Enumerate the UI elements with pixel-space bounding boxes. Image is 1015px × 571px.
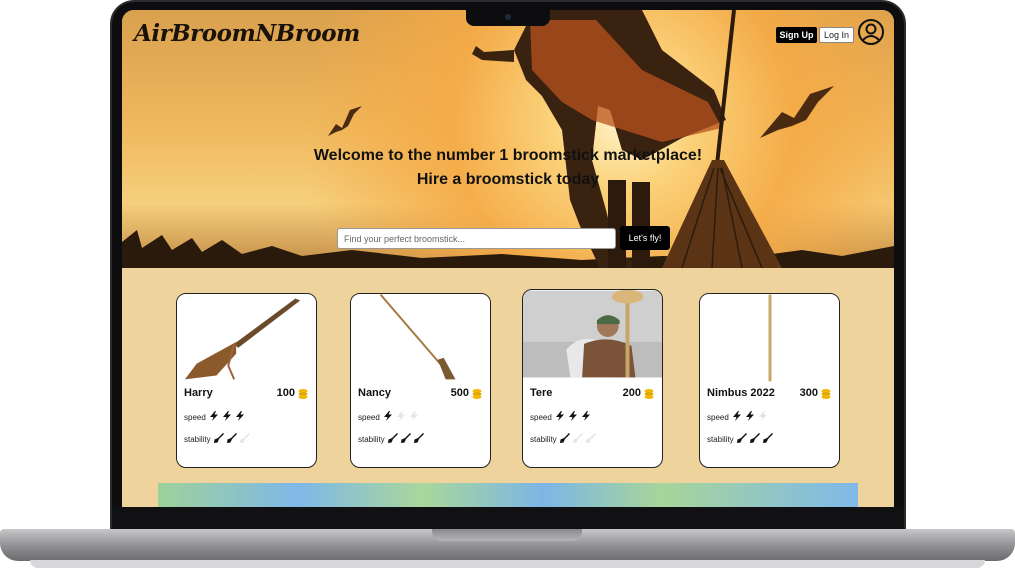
card-name: Nimbus 2022 [707,387,775,399]
broom-icon [213,433,224,443]
broomstick-card[interactable]: Harry 100 speed stability [176,293,317,468]
card-price-value: 100 [276,387,295,399]
hero-heading: Welcome to the number 1 broomstick marke… [122,144,894,192]
broom-icon [413,433,424,443]
coin-icon [821,388,831,399]
laptop-opening-notch [432,529,582,541]
broomstick-card[interactable]: Tere 200 speed stability [522,289,663,468]
stability-label: stability [358,434,385,444]
lightning-icon [745,411,754,421]
speed-label: speed [184,412,206,422]
broom-icon [400,433,411,443]
card-name: Harry [184,387,213,399]
lightning-icon [732,411,741,421]
broom-icon [749,433,760,443]
stability-icons [736,433,776,445]
broom-icon [736,433,747,443]
laptop-shadow [30,560,985,568]
card-price-value: 300 [799,387,818,399]
hero-heading-line-1: Welcome to the number 1 broomstick marke… [313,147,703,164]
hero-banner: AirBroomNBroom Sign Up Log In Welcome to… [122,10,894,268]
card-price: 300 [800,387,831,399]
card-name: Nancy [358,387,392,399]
speed-label: speed [358,412,380,422]
lightning-icon [235,411,244,421]
map-preview[interactable] [158,483,858,507]
camera [505,14,511,20]
coin-icon [472,388,482,399]
stability-label: stability [184,434,211,444]
login-button[interactable]: Log In [819,27,854,43]
speed-icons [732,411,771,423]
broomstick-image [700,294,839,382]
broom-icon [559,433,570,443]
lightning-icon [396,411,405,421]
lightning-icon [209,411,218,421]
broom-icon [762,433,773,443]
speed-icons [383,411,422,423]
coin-icon [298,388,308,399]
broom-icon [226,433,237,443]
stability-rating: stability [358,433,427,445]
lightning-icon [581,411,590,421]
lightning-icon [222,411,231,421]
lightning-icon [758,411,767,421]
speed-label: speed [707,412,729,422]
broomstick-image [177,294,316,382]
stability-rating: stability [530,433,599,445]
search-button[interactable]: Let's fly! [620,226,670,250]
laptop-notch [466,10,550,26]
card-price-value: 200 [622,387,641,399]
hero-heading-line-2: Hire a broomstick today [416,171,600,188]
stability-icons [213,433,253,445]
stability-label: stability [707,434,734,444]
broomstick-card[interactable]: Nimbus 2022 300 speed stability [699,293,840,468]
card-price-value: 500 [450,387,469,399]
broomstick-image [351,294,490,382]
broom-icon [387,433,398,443]
stability-label: stability [530,434,557,444]
speed-rating: speed [530,411,594,423]
laptop-chin [112,507,904,530]
stability-rating: stability [184,433,253,445]
stability-icons [387,433,427,445]
speed-rating: speed [358,411,422,423]
search-input[interactable] [337,228,616,249]
coin-icon [644,388,654,399]
broom-icon [585,433,596,443]
user-icon[interactable] [857,18,885,46]
lightning-icon [568,411,577,421]
speed-rating: speed [707,411,771,423]
card-price: 200 [623,387,654,399]
stability-rating: stability [707,433,776,445]
card-price: 500 [451,387,482,399]
broomstick-card[interactable]: Nancy 500 speed stability [350,293,491,468]
site-logo[interactable]: AirBroomNBroom [134,20,360,47]
speed-icons [555,411,594,423]
lightning-icon [555,411,564,421]
speed-label: speed [530,412,552,422]
card-name: Tere [530,387,553,399]
broom-icon [239,433,250,443]
broomstick-image [523,290,662,378]
signup-button[interactable]: Sign Up [776,27,817,43]
lightning-icon [409,411,418,421]
card-price: 100 [277,387,308,399]
broom-icon [572,433,583,443]
lightning-icon [383,411,392,421]
browser-screen: AirBroomNBroom Sign Up Log In Welcome to… [122,10,894,507]
speed-rating: speed [184,411,248,423]
stability-icons [559,433,599,445]
speed-icons [209,411,248,423]
